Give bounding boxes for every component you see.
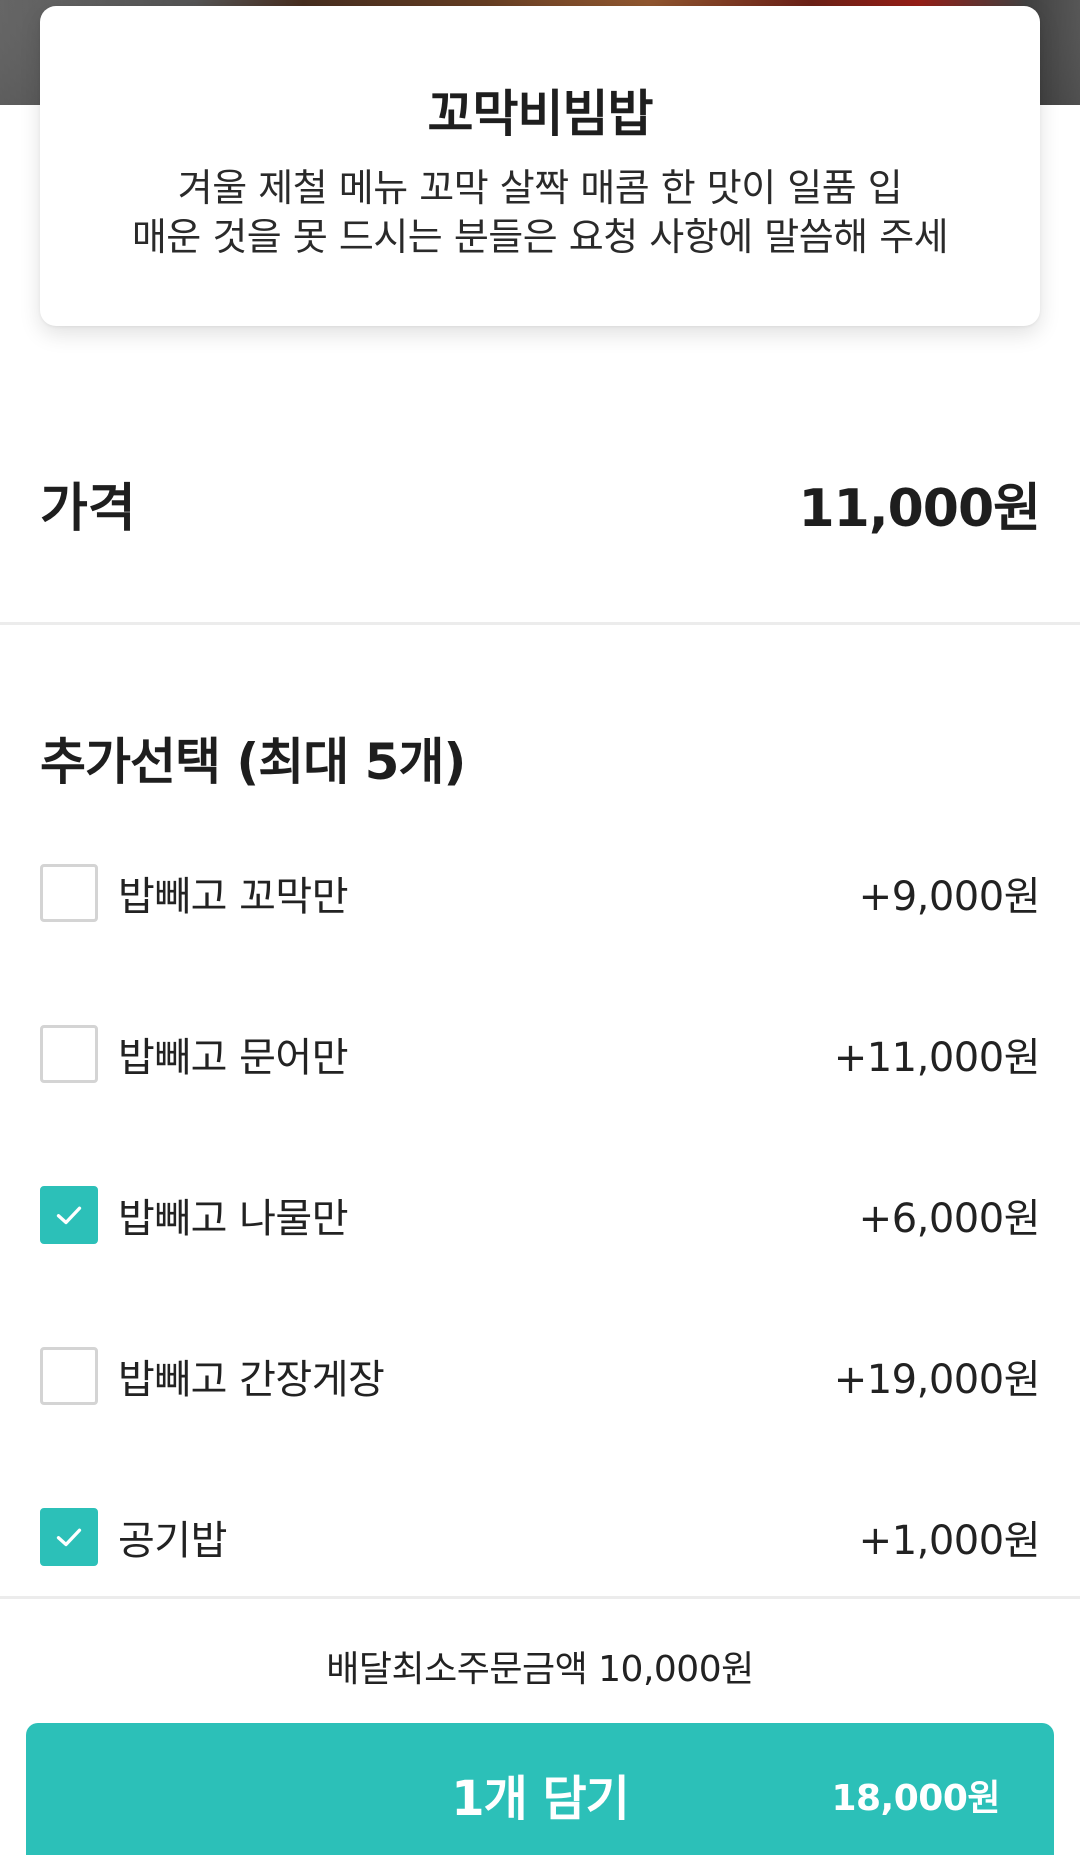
bottom-bar-divider [0, 1596, 1080, 1599]
section-divider [0, 622, 1080, 625]
option-left: 밥빼고 꼬막만 [40, 864, 349, 922]
option-item[interactable]: 공기밥 +1,000원 [40, 1506, 1041, 1568]
option-price: +9,000원 [858, 874, 1041, 920]
option-price: +1,000원 [858, 1518, 1041, 1564]
option-left: 밥빼고 간장게장 [40, 1347, 385, 1405]
menu-description: 겨울 제철 메뉴 꼬막 살짝 매콤 한 맛이 일품 입 매운 것을 못 드시는 … [40, 164, 1040, 262]
option-label: 밥빼고 꼬막만 [118, 874, 349, 920]
option-label: 밥빼고 간장게장 [118, 1357, 385, 1403]
option-checkbox[interactable] [40, 1186, 98, 1244]
option-left: 공기밥 [40, 1508, 227, 1566]
option-label: 밥빼고 나물만 [118, 1196, 349, 1242]
option-left: 밥빼고 문어만 [40, 1025, 349, 1083]
option-checkbox[interactable] [40, 1508, 98, 1566]
menu-title: 꼬막비빔밥 [427, 85, 654, 143]
check-icon [56, 1206, 82, 1225]
option-price: +19,000원 [833, 1357, 1041, 1403]
option-checkbox[interactable] [40, 864, 98, 922]
menu-description-line-2: 매운 것을 못 드시는 분들은 요청 사항에 말씀해 주세 [131, 215, 949, 259]
option-item[interactable]: 밥빼고 나물만 +6,000원 [40, 1184, 1041, 1246]
min-order-amount: 배달최소주문금액 10,000원 [326, 1649, 754, 1690]
add-to-cart-button[interactable]: 1개 담기 18,000원 [26, 1723, 1054, 1855]
menu-info-card: 꼬막비빔밥 겨울 제철 메뉴 꼬막 살짝 매콤 한 맛이 일품 입 매운 것을 … [40, 6, 1040, 326]
option-item[interactable]: 밥빼고 간장게장 +19,000원 [40, 1345, 1041, 1407]
option-price: +11,000원 [833, 1035, 1041, 1081]
cart-total-price: 18,000원 [831, 1778, 1000, 1819]
option-label: 밥빼고 문어만 [118, 1035, 349, 1081]
check-icon [56, 1528, 82, 1547]
option-checkbox[interactable] [40, 1025, 98, 1083]
option-item[interactable]: 밥빼고 꼬막만 +9,000원 [40, 862, 1041, 924]
option-price: +6,000원 [858, 1196, 1041, 1242]
option-checkbox[interactable] [40, 1347, 98, 1405]
options-section-title: 추가선택 (최대 5개) [40, 733, 466, 791]
menu-description-line-1: 겨울 제철 메뉴 꼬막 살짝 매콤 한 맛이 일품 입 [177, 166, 903, 210]
price-value: 11,000원 [798, 478, 1041, 539]
price-row: 가격 11,000원 [40, 468, 1041, 539]
option-item[interactable]: 밥빼고 문어만 +11,000원 [40, 1023, 1041, 1085]
menu-detail-page: 꼬막비빔밥 겨울 제철 메뉴 꼬막 살짝 매콤 한 맛이 일품 입 매운 것을 … [0, 0, 1080, 1855]
option-label: 공기밥 [118, 1518, 227, 1564]
price-label: 가격 [40, 478, 136, 539]
option-left: 밥빼고 나물만 [40, 1186, 349, 1244]
